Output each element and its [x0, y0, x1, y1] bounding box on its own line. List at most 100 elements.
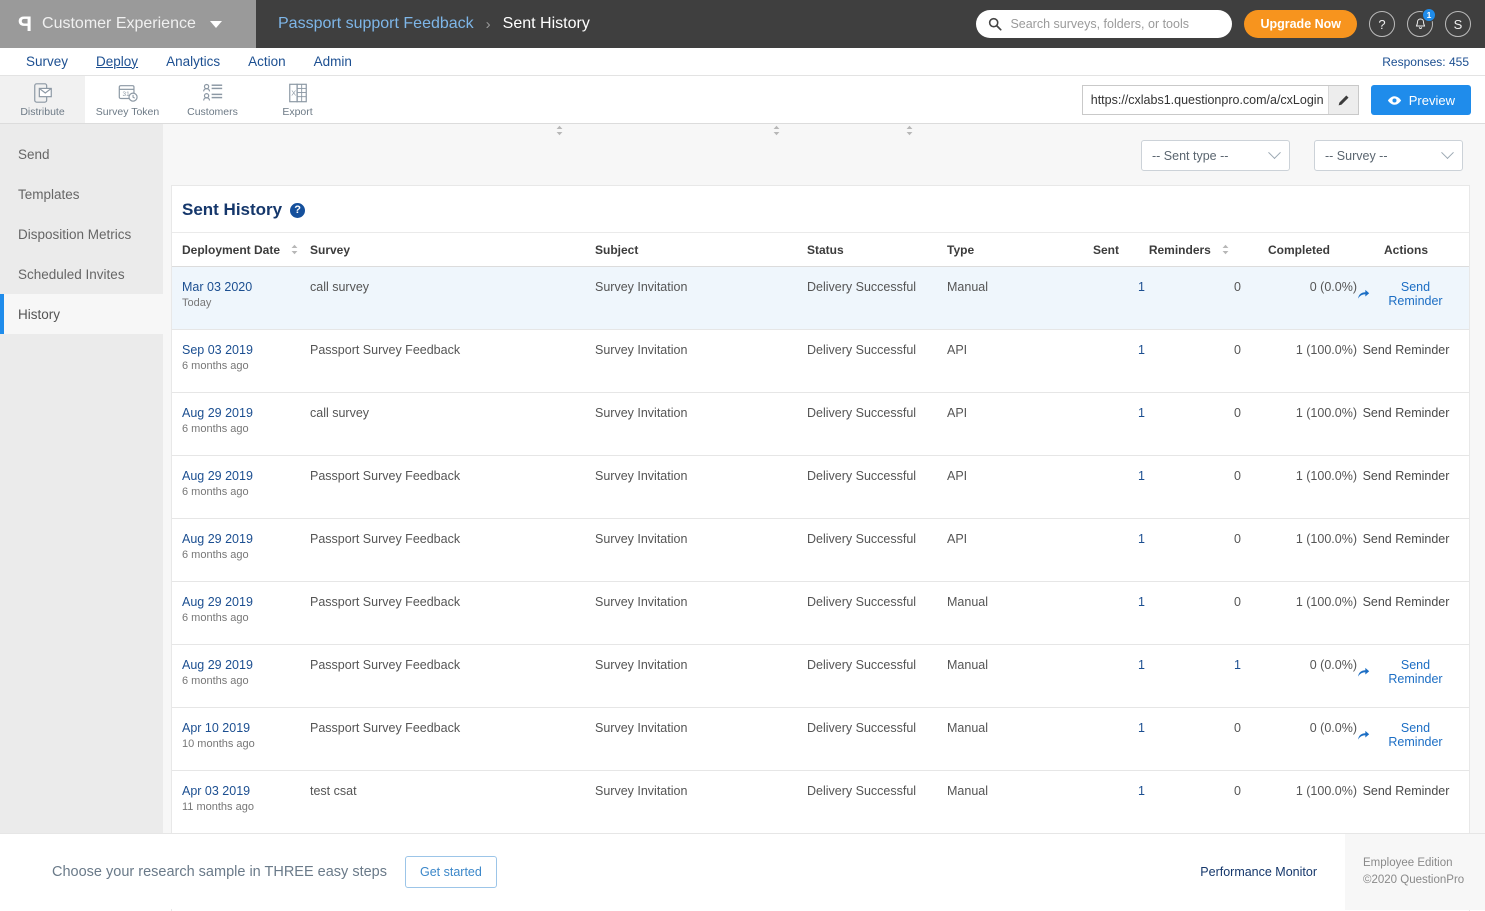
reminders-count: 0: [1234, 343, 1241, 357]
cell-sent: 1: [1067, 329, 1145, 393]
edition-label: Employee Edition: [1363, 857, 1453, 870]
tool-label: Distribute: [20, 105, 65, 118]
send-reminder-link[interactable]: Send Reminder: [1357, 721, 1455, 749]
table-row: Apr 10 2019 10 months ago Passport Survey …: [172, 707, 1469, 771]
reminders-count: 0: [1234, 595, 1241, 609]
notifications-button[interactable]: 1: [1407, 8, 1436, 37]
send-reminder-link[interactable]: Send Reminder: [1357, 280, 1455, 308]
cell-status: Delivery Successful: [807, 266, 947, 330]
sent-count-link[interactable]: 1: [1138, 343, 1145, 357]
chevron-down-icon: [1441, 146, 1454, 160]
performance-monitor-link[interactable]: Performance Monitor: [1200, 865, 1345, 879]
cell-survey: Passport Survey Feedback: [310, 581, 595, 645]
deployment-date[interactable]: Apr 10 2019: [182, 721, 310, 735]
column-subject[interactable]: Subject: [595, 125, 807, 267]
breadcrumb-survey-link[interactable]: Passport support Feedback: [278, 15, 474, 33]
cell-deployment-date: Apr 03 2019 11 months ago: [172, 770, 310, 834]
column-reminders[interactable]: Reminders: [1145, 233, 1241, 267]
cell-actions: Send Reminder: [1357, 644, 1469, 708]
reminders-count: 0: [1234, 721, 1241, 735]
cell-deployment-date: Aug 29 2019 6 months ago: [172, 518, 310, 582]
sent-count-link[interactable]: 1: [1138, 721, 1145, 735]
cell-subject: Survey Invitation: [595, 770, 807, 834]
cell-survey: Passport Survey Feedback: [310, 707, 595, 771]
responses-count: Responses: 455: [1382, 54, 1469, 69]
sidebar-item-scheduled-invites[interactable]: Scheduled Invites: [0, 254, 163, 294]
nav-item-action[interactable]: Action: [234, 48, 300, 76]
help-button[interactable]: ?: [1369, 11, 1395, 37]
cell-type: Manual: [947, 266, 1067, 330]
sidebar-item-send[interactable]: Send: [0, 134, 163, 174]
sent-type-select[interactable]: -- Sent type --: [1141, 140, 1290, 171]
upgrade-now-button[interactable]: Upgrade Now: [1244, 10, 1357, 38]
deployment-date[interactable]: Apr 03 2019: [182, 784, 310, 798]
sent-type-value: -- Sent type --: [1152, 148, 1229, 163]
sidebar-item-disposition-metrics[interactable]: Disposition Metrics: [0, 214, 163, 254]
reminder-arrow-icon: [1358, 730, 1370, 740]
search-box[interactable]: [976, 10, 1233, 38]
column-status[interactable]: Status: [807, 125, 947, 267]
send-reminder-disabled: Send Reminder: [1362, 469, 1450, 483]
deployment-date[interactable]: Aug 29 2019: [182, 406, 310, 420]
table-row: Apr 03 2019 11 months ago test csat Survey …: [172, 770, 1469, 834]
sent-count-link[interactable]: 1: [1138, 532, 1145, 546]
survey-select[interactable]: -- Survey --: [1314, 140, 1463, 171]
tool-survey-token[interactable]: 31 Survey Token: [85, 76, 170, 123]
column-survey[interactable]: Survey: [310, 125, 595, 267]
deployment-date[interactable]: Aug 29 2019: [182, 532, 310, 546]
deployment-date[interactable]: Aug 29 2019: [182, 658, 310, 672]
preview-label: Preview: [1408, 92, 1455, 108]
deployment-date-relative: 6 months ago: [182, 675, 249, 687]
sent-count-link[interactable]: 1: [1138, 469, 1145, 483]
sent-count-link[interactable]: 1: [1138, 595, 1145, 609]
tool-export[interactable]: X Export: [255, 76, 340, 123]
sort-icon: [556, 125, 563, 136]
sent-history-table: Deployment Date Survey Subject Status Ty…: [172, 125, 1469, 897]
cell-status: Delivery Successful: [807, 644, 947, 708]
footer-promo: Choose your research sample in THREE eas…: [52, 855, 497, 888]
deployment-date[interactable]: Mar 03 2020: [182, 280, 310, 294]
column-type[interactable]: Type: [947, 233, 1067, 267]
column-sent[interactable]: Sent: [1067, 233, 1145, 267]
tool-distribute[interactable]: Distribute: [0, 76, 85, 123]
edit-url-button[interactable]: [1327, 86, 1358, 114]
chevron-down-icon[interactable]: [209, 20, 222, 28]
cell-survey: Passport Survey Feedback: [310, 644, 595, 708]
cell-reminders: 0: [1145, 770, 1241, 834]
sent-count-link[interactable]: 1: [1138, 406, 1145, 420]
column-label: Actions: [1383, 243, 1428, 257]
breadcrumb: Passport support Feedback › Sent History: [278, 15, 590, 33]
cell-subject: Survey Invitation: [595, 707, 807, 771]
edition-info: Employee Edition ©2020 QuestionPro: [1345, 834, 1485, 910]
nav-item-analytics[interactable]: Analytics: [152, 48, 234, 76]
avatar[interactable]: S: [1445, 11, 1471, 37]
send-reminder-link[interactable]: Send Reminder: [1357, 658, 1455, 686]
search-input[interactable]: [1010, 17, 1221, 31]
nav-item-deploy[interactable]: Deploy: [82, 48, 152, 76]
sent-count-link[interactable]: 1: [1138, 658, 1145, 672]
question-mark-icon[interactable]: ?: [290, 202, 306, 218]
cell-type: API: [947, 518, 1067, 582]
deployment-date[interactable]: Aug 29 2019: [182, 595, 310, 609]
tool-customers[interactable]: Customers: [170, 76, 255, 123]
cell-reminders: 0: [1145, 329, 1241, 393]
column-completed[interactable]: Completed: [1241, 233, 1357, 267]
sidebar-item-templates[interactable]: Templates: [0, 174, 163, 214]
survey-url-field[interactable]: https://cxlabs1.questionpro.com/a/cxLogi…: [1081, 85, 1359, 115]
column-deployment-date[interactable]: Deployment Date: [172, 233, 310, 267]
deployment-date[interactable]: Aug 29 2019: [182, 469, 310, 483]
get-started-button[interactable]: Get started: [405, 855, 497, 888]
cell-completed: 1 (100.0%): [1241, 518, 1357, 582]
cell-status: Delivery Successful: [807, 329, 947, 393]
nav-item-survey[interactable]: Survey: [12, 48, 82, 76]
sent-count-link[interactable]: 1: [1138, 280, 1145, 294]
deployment-date[interactable]: Sep 03 2019: [182, 343, 310, 357]
breadcrumb-separator-icon: ›: [485, 15, 491, 33]
nav-item-admin[interactable]: Admin: [300, 48, 366, 76]
sidebar-item-history[interactable]: History: [0, 294, 163, 334]
reminders-count[interactable]: 1: [1234, 658, 1241, 672]
brand-block[interactable]: P Customer Experience: [0, 0, 256, 48]
sent-count-link[interactable]: 1: [1138, 784, 1145, 798]
preview-button[interactable]: Preview: [1370, 85, 1471, 115]
table-row: Aug 29 2019 6 months ago Passport Survey F…: [172, 518, 1469, 582]
